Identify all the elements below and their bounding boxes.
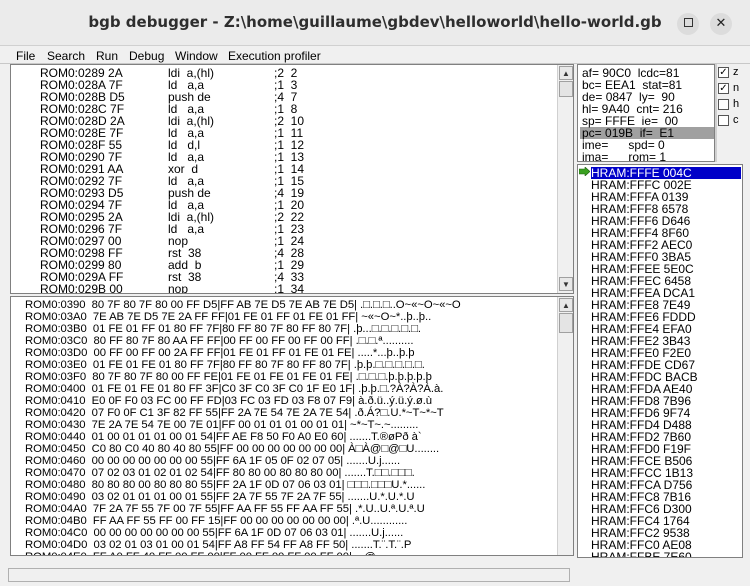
disassembly-pane[interactable]: ROM0:0289 2A ldi a,(hl) ;2 2 ROM0:028A 7F ld… xyxy=(10,64,574,294)
disassembly-row[interactable]: ROM0:029B 00 nop ;1 34 xyxy=(11,282,551,294)
checkbox-icon xyxy=(718,99,729,110)
checkbox-icon: ✓ xyxy=(718,67,729,78)
menu-window[interactable]: Window xyxy=(175,49,218,63)
memory-row[interactable]: ROM0:03A0 7E AB 7E D5 7E 2A FF FF|01 FE … xyxy=(25,311,431,323)
maximize-button[interactable] xyxy=(677,13,699,35)
flag-c-checkbox[interactable]: c xyxy=(718,114,748,129)
scroll-up-button[interactable]: ▲ xyxy=(559,66,573,80)
menu-bar: File Search Run Debug Window Execution p… xyxy=(0,47,750,64)
maximize-icon xyxy=(683,18,693,27)
memory-row[interactable]: ROM0:03C0 80 FF 80 7F 80 AA FF FF|00 FF … xyxy=(25,335,413,347)
disassembly-instruction: nop xyxy=(168,282,189,294)
current-sp-arrow-icon xyxy=(579,167,590,176)
stack-row[interactable]: HRAM:FFBE 7E60 xyxy=(591,551,741,557)
scroll-thumb[interactable] xyxy=(559,313,573,333)
memory-row[interactable]: ROM0:0390 80 7F 80 7F 80 00 FF D5|FF AB … xyxy=(25,299,461,311)
menu-file[interactable]: File xyxy=(16,49,35,63)
flag-label: n xyxy=(733,82,740,94)
memory-row[interactable]: ROM0:0480 80 80 80 00 80 80 80 55|FF 2A … xyxy=(25,479,425,491)
disassembly-scrollbar[interactable]: ▲ ▼ xyxy=(557,65,573,293)
disassembly-address: ROM0:029B 00 xyxy=(40,282,123,294)
flag-label: c xyxy=(733,114,739,126)
memory-row[interactable]: ROM0:0460 00 00 00 00 00 00 00 55|FF 6A … xyxy=(25,455,400,467)
flag-label: z xyxy=(733,66,739,78)
memory-row[interactable]: ROM0:03E0 01 FE 01 FE 01 80 FF 7F|80 FF … xyxy=(25,359,425,371)
memory-row[interactable]: ROM0:0490 03 02 01 01 01 00 01 55|FF 2A … xyxy=(25,491,415,503)
scroll-down-button[interactable]: ▼ xyxy=(559,277,573,291)
scroll-up-button[interactable]: ▲ xyxy=(559,298,573,312)
registers-pane[interactable]: af= 90C0 lcdc=81 bc= EEA1 stat=81 de= 0847… xyxy=(577,64,715,162)
memory-row[interactable]: ROM0:04C0 00 00 00 00 00 00 00 55|FF 6A … xyxy=(25,527,403,539)
checkbox-icon: ✓ xyxy=(718,83,729,94)
menu-debug[interactable]: Debug xyxy=(129,49,164,63)
flag-h-checkbox[interactable]: h xyxy=(718,98,748,113)
memory-row[interactable]: ROM0:0410 E0 0F F0 03 FC 00 FF FD|03 FC … xyxy=(25,395,432,407)
close-icon: ✕ xyxy=(715,16,727,31)
status-field xyxy=(8,568,570,582)
checkbox-icon xyxy=(718,115,729,126)
menu-run[interactable]: Run xyxy=(96,49,118,63)
memory-row[interactable]: ROM0:04D0 03 02 01 03 01 00 01 54|FF A8 … xyxy=(25,539,411,551)
memory-row[interactable]: ROM0:03F0 80 7F 80 7F 80 00 FF FE|01 FE … xyxy=(25,371,432,383)
menu-search[interactable]: Search xyxy=(47,49,85,63)
memory-row[interactable]: ROM0:0450 C0 80 C0 40 80 40 80 55|FF 00 … xyxy=(25,443,439,455)
memory-row[interactable]: ROM0:0440 01 00 01 01 01 00 01 54|FF AE … xyxy=(25,431,422,443)
registers-divider xyxy=(715,64,717,162)
status-bar xyxy=(0,566,750,586)
register-row[interactable]: ima= rom= 1 xyxy=(582,151,666,161)
memory-pane[interactable]: ROM0:0390 80 7F 80 7F 80 00 FF D5|FF AB … xyxy=(10,296,574,556)
memory-scrollbar[interactable]: ▲ xyxy=(557,297,573,555)
memory-row[interactable]: ROM0:04B0 FF AA FF 55 FF 00 FF 15|FF 00 … xyxy=(25,515,407,527)
window-title: bgb debugger - Z:\home\guillaume\gbdev\h… xyxy=(88,13,662,31)
memory-row[interactable]: ROM0:0400 01 FE 01 FE 01 80 FF 3F|C0 3F … xyxy=(25,383,443,395)
memory-row[interactable]: ROM0:0420 07 F0 0F C1 3F 82 FF 55|FF 2A … xyxy=(25,407,444,419)
memory-row[interactable]: ROM0:03D0 00 FF 00 FF 00 2A FF FF|01 FE … xyxy=(25,347,415,359)
memory-row[interactable]: ROM0:04A0 7F 2A 7F 55 7F 00 7F 55|FF AA … xyxy=(25,503,425,515)
close-button[interactable]: ✕ xyxy=(710,13,732,35)
memory-row[interactable]: ROM0:03B0 01 FE 01 FF 01 80 FF 7F|80 FF … xyxy=(25,323,421,335)
memory-row[interactable]: ROM0:0430 7E 2A 7E 54 7E 00 7E 01|FF 00 … xyxy=(25,419,418,431)
window-titlebar[interactable]: bgb debugger - Z:\home\guillaume\gbdev\h… xyxy=(0,0,750,46)
scroll-thumb[interactable] xyxy=(559,81,573,97)
flag-label: h xyxy=(733,98,740,110)
flag-n-checkbox[interactable]: ✓ n xyxy=(718,82,748,97)
memory-row[interactable]: ROM0:04E0 FF A0 FF 40 FF 00 FF 00|FF 00 … xyxy=(25,551,413,555)
disassembly-cycles: ;1 34 xyxy=(274,282,305,294)
stack-pane[interactable]: HRAM:FFFE 004C HRAM:FFFC 002E HRAM:FFFA 01… xyxy=(577,164,743,558)
menu-execution-profiler[interactable]: Execution profiler xyxy=(228,49,321,63)
memory-row[interactable]: ROM0:0470 07 02 03 01 02 01 02 54|FF 80 … xyxy=(25,467,415,479)
flag-z-checkbox[interactable]: ✓ z xyxy=(718,66,748,81)
